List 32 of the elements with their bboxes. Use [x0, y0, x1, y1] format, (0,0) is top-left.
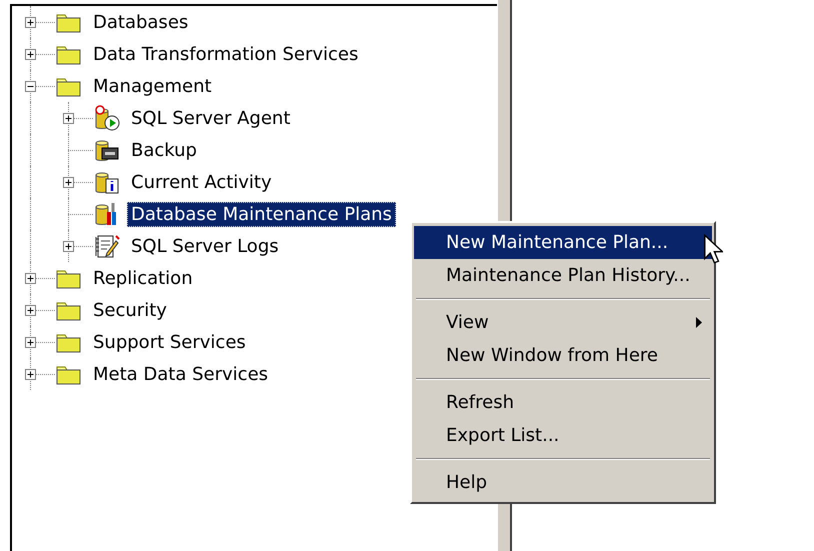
tree-item[interactable]: Replication [89, 266, 197, 290]
menu-item[interactable]: New Window from Here [414, 339, 712, 372]
menu-item[interactable]: Maintenance Plan History... [414, 259, 712, 292]
expand-icon[interactable] [63, 112, 74, 124]
expand-icon[interactable] [63, 240, 74, 252]
expand-icon[interactable] [25, 48, 36, 60]
expand-icon[interactable] [63, 176, 74, 188]
tree-item[interactable]: Current Activity [127, 170, 276, 194]
expand-icon[interactable] [25, 336, 36, 348]
tree-item[interactable]: Database Maintenance Plans [127, 202, 396, 226]
tree-item[interactable]: Support Services [89, 330, 250, 354]
tree-item[interactable]: Meta Data Services [89, 362, 272, 386]
menu-item[interactable]: New Maintenance Plan... [414, 226, 712, 259]
expand-icon[interactable] [25, 16, 36, 28]
expand-icon[interactable] [25, 304, 36, 316]
menu-item[interactable]: Help [414, 466, 712, 499]
tree-item[interactable]: Security [89, 298, 171, 322]
tree-item[interactable]: SQL Server Agent [127, 106, 294, 130]
menu-item[interactable]: View [414, 306, 712, 339]
tree-item[interactable]: Management [89, 74, 216, 98]
expand-icon[interactable] [25, 368, 36, 380]
tree-item[interactable]: Data Transformation Services [89, 42, 362, 66]
collapse-icon[interactable] [25, 80, 36, 92]
expand-icon[interactable] [25, 272, 36, 284]
database-clock-icon [93, 105, 121, 131]
menu-item[interactable]: Refresh [414, 386, 712, 419]
menu-item[interactable]: Export List... [414, 419, 712, 452]
submenu-arrow-icon [696, 317, 702, 328]
tree-item[interactable]: Backup [127, 138, 201, 162]
notepad-pencil-icon [93, 233, 121, 259]
tree-item[interactable]: SQL Server Logs [127, 234, 283, 258]
tree-item[interactable]: Databases [89, 10, 192, 34]
